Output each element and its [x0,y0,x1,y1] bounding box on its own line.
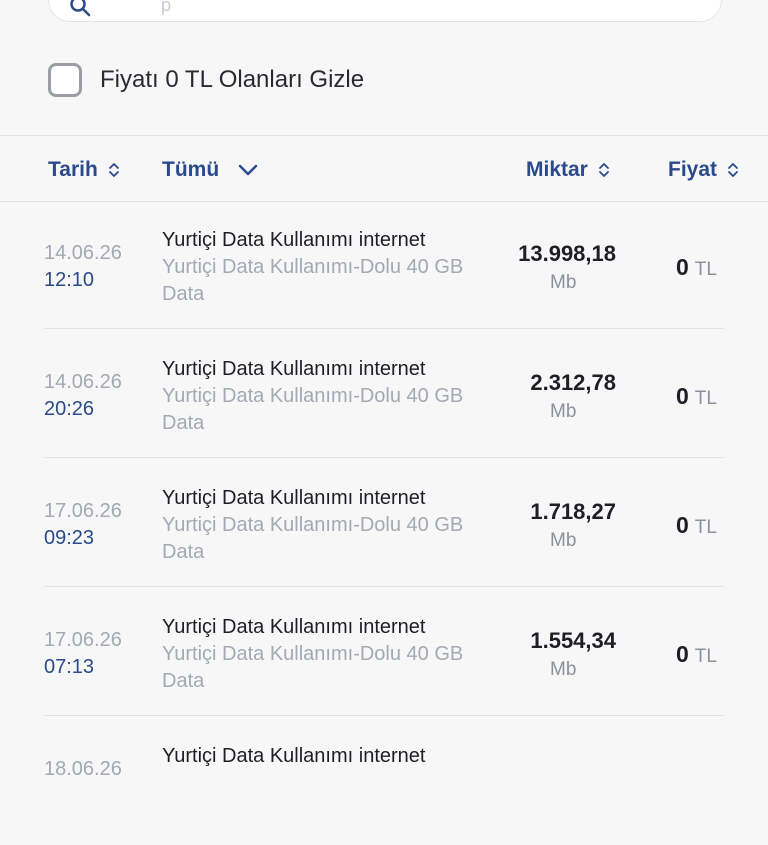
sort-date-button[interactable]: Tarih [48,158,120,182]
chevron-down-icon [238,164,258,176]
row-title: Yurtiçi Data Kullanımı internet [162,487,426,509]
row-date: 18.06.26 [44,758,122,780]
row-unit: Mb [550,659,577,680]
row-date: 14.06.26 [44,371,122,393]
search-input[interactable]: p [161,0,171,16]
row-time: 09:23 [44,527,95,549]
usage-row[interactable]: 17.06.26 09:23 Yurtiçi Data Kullanımı in… [0,458,768,587]
sort-price-button[interactable]: Fiyat [668,158,739,182]
sort-icon [728,163,738,177]
row-unit: Mb [550,530,577,551]
row-price: 0 TL [676,512,717,542]
row-currency: TL [694,646,717,667]
row-date: 17.06.26 [44,629,122,651]
row-price: 0 TL [676,383,717,413]
header-price-label: Fiyat [668,158,718,181]
row-price: 0 TL [676,641,717,671]
row-currency: TL [694,517,717,538]
row-currency: TL [694,388,717,409]
row-title: Yurtiçi Data Kullanımı internet [162,358,426,380]
row-unit: Mb [550,401,577,422]
row-time: 12:10 [44,269,95,291]
row-title: Yurtiçi Data Kullanımı internet [162,616,426,638]
usage-row[interactable]: 18.06.26 Yurtiçi Data Kullanımı internet [0,716,768,845]
row-currency: TL [694,259,717,280]
row-subtitle: Yurtiçi Data Kullanımı-Dolu 40 GB Data [162,256,464,305]
header-amount-label: Miktar [526,158,588,181]
header-type-label: Tümü [162,158,220,181]
sort-icon [598,163,609,177]
row-subtitle: Yurtiçi Data Kullanımı-Dolu 40 GB Data [162,385,464,434]
row-time: 07:13 [44,656,95,678]
row-price-value: 0 [676,641,689,667]
row-title: Yurtiçi Data Kullanımı internet [162,745,426,767]
row-unit: Mb [550,272,577,293]
row-price: 0 TL [676,254,717,284]
row-amount: 2.312,78 [530,370,616,395]
row-amount: 1.554,34 [530,628,616,653]
row-time: 20:26 [44,398,95,420]
row-title: Yurtiçi Data Kullanımı internet [162,229,426,251]
usage-row[interactable]: 14.06.26 20:26 Yurtiçi Data Kullanımı in… [0,329,768,458]
row-date: 17.06.26 [44,500,122,522]
sort-icon [108,163,119,177]
row-subtitle: Yurtiçi Data Kullanımı-Dolu 40 GB Data [162,514,464,563]
usage-row[interactable]: 14.06.26 12:10 Yurtiçi Data Kullanımı in… [0,200,768,329]
row-subtitle: Yurtiçi Data Kullanımı-Dolu 40 GB Data [162,643,464,692]
sort-amount-button[interactable]: Miktar [526,158,610,182]
search-box[interactable]: p [48,0,722,22]
type-filter-dropdown[interactable]: Tümü [162,158,259,182]
hide-free-filter[interactable]: Fiyatı 0 TL Olanları Gizle [48,60,364,100]
search-icon [70,0,91,17]
row-amount: 1.718,27 [530,499,616,524]
row-price-value: 0 [676,383,689,409]
table-header: Tarih Tümü Miktar Fiyat [0,136,768,202]
hide-free-label: Fiyatı 0 TL Olanları Gizle [100,66,365,93]
row-price-value: 0 [676,512,689,538]
row-amount: 13.998,18 [518,241,616,266]
hide-free-checkbox[interactable] [48,63,82,97]
header-date-label: Tarih [48,158,98,181]
row-date: 14.06.26 [44,242,122,264]
row-price-value: 0 [676,254,689,280]
usage-row[interactable]: 17.06.26 07:13 Yurtiçi Data Kullanımı in… [0,587,768,716]
